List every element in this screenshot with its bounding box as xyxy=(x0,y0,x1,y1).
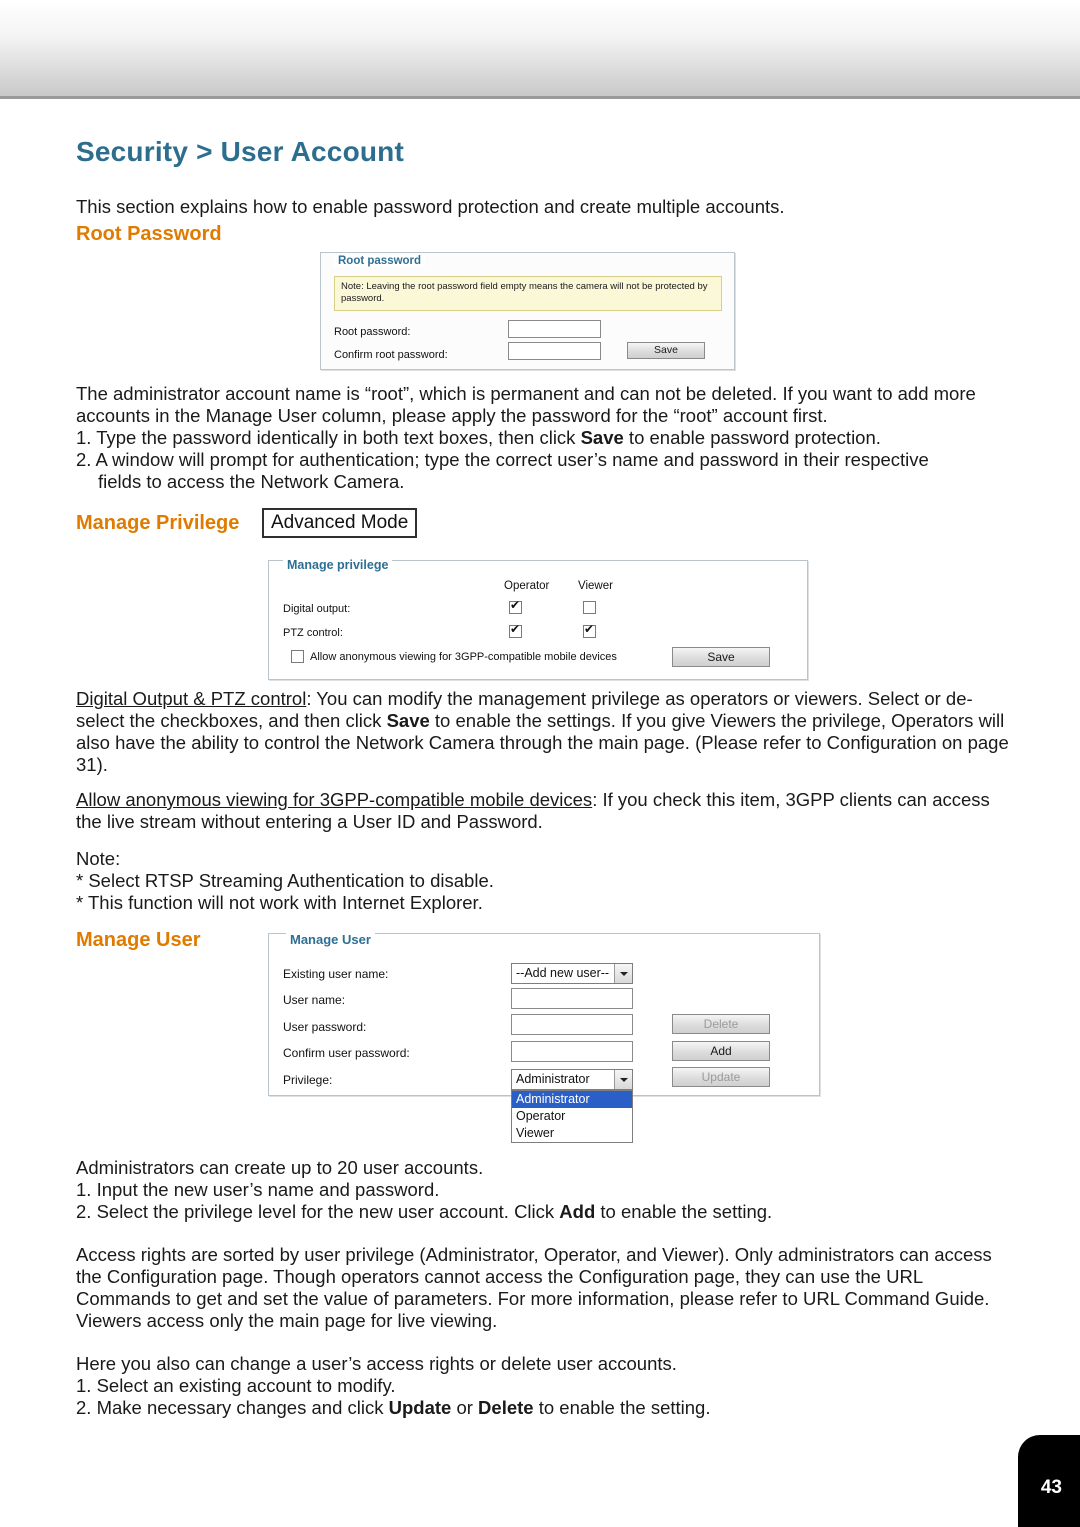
digital-output-save-bold: Save xyxy=(386,710,430,731)
privilege-select[interactable]: Administrator xyxy=(511,1069,633,1090)
anonymous-viewing-paragraph: Allow anonymous viewing for 3GPP-compati… xyxy=(76,789,1012,833)
intro-paragraph: This section explains how to enable pass… xyxy=(76,196,785,217)
here-line-3-post: to enable the setting. xyxy=(533,1397,711,1418)
page-header-banner xyxy=(0,0,1080,96)
root-password-panel-legend: Root password xyxy=(334,255,426,267)
here-line-3-bold-1: Update xyxy=(388,1397,452,1418)
root-password-steps: 1. Type the password identically in both… xyxy=(76,427,1012,493)
admins-line-1: Administrators can create up to 20 user … xyxy=(76,1157,484,1178)
root-password-note: Note: Leaving the root password field em… xyxy=(334,276,722,311)
privilege-dropdown-list[interactable]: Administrator Operator Viewer xyxy=(511,1090,633,1143)
step-1-post: to enable password protection. xyxy=(623,427,881,448)
column-header-operator: Operator xyxy=(504,580,550,592)
here-line-1: Here you also can change a user’s access… xyxy=(76,1353,677,1374)
privilege-option-administrator[interactable]: Administrator xyxy=(512,1091,632,1108)
chevron-down-icon xyxy=(614,1070,632,1089)
manual-page: Security > User Account This section exp… xyxy=(0,0,1080,1527)
existing-user-name-value: --Add new user-- xyxy=(516,966,610,980)
ptz-control-viewer-checkbox[interactable] xyxy=(583,623,596,638)
manage-user-panel-legend: Manage User xyxy=(286,932,375,947)
privilege-option-operator[interactable]: Operator xyxy=(512,1108,632,1125)
step-2-line: 2. A window will prompt for authenticati… xyxy=(76,449,929,470)
page-number: 43 xyxy=(1040,1477,1062,1498)
access-rights-paragraph: Access rights are sorted by user privile… xyxy=(76,1244,992,1331)
manage-user-heading: Manage User xyxy=(76,929,201,951)
user-password-input[interactable] xyxy=(511,1014,633,1035)
here-line-3-mid: or xyxy=(451,1397,479,1418)
admins-line-3-bold: Add xyxy=(559,1201,596,1222)
admins-line-3-pre: 2. Select the privilege level for the ne… xyxy=(76,1201,560,1222)
digital-output-term: Digital Output & PTZ control xyxy=(76,688,307,709)
confirm-root-password-input[interactable] xyxy=(508,342,601,360)
anonymous-viewing-checkbox[interactable] xyxy=(291,650,304,663)
confirm-root-password-label: Confirm root password: xyxy=(334,349,448,361)
step-1-pre: 1. Type the password identically in both… xyxy=(76,427,581,448)
admins-steps: Administrators can create up to 20 user … xyxy=(76,1157,1012,1223)
user-name-input[interactable] xyxy=(511,988,633,1009)
ptz-control-operator-checkbox[interactable] xyxy=(509,623,522,638)
chevron-down-icon xyxy=(614,964,632,983)
update-user-button[interactable]: Update xyxy=(672,1067,770,1087)
note-label: Note: xyxy=(76,848,121,869)
root-password-heading: Root Password xyxy=(76,223,222,245)
admins-line-3-post: to enable the setting. xyxy=(595,1201,773,1222)
privilege-option-viewer[interactable]: Viewer xyxy=(512,1125,632,1142)
step-2-line-cont: fields to access the Network Camera. xyxy=(98,471,405,492)
confirm-user-password-input[interactable] xyxy=(511,1041,633,1062)
advanced-mode-badge: Advanced Mode xyxy=(262,508,418,538)
manage-privilege-save-button[interactable]: Save xyxy=(672,647,770,667)
delete-user-button[interactable]: Delete xyxy=(672,1014,770,1034)
digital-output-paragraph: Digital Output & PTZ control: You can mo… xyxy=(76,688,1012,776)
step-1-line: 1. Type the password identically in both… xyxy=(76,427,1012,449)
admins-line-2: 1. Input the new user’s name and passwor… xyxy=(76,1179,440,1200)
here-line-3: 2. Make necessary changes and click Upda… xyxy=(76,1397,1012,1419)
privilege-value: Administrator xyxy=(516,1072,590,1086)
confirm-user-password-label: Confirm user password: xyxy=(283,1046,410,1060)
add-user-button[interactable]: Add xyxy=(672,1041,770,1061)
here-line-2: 1. Select an existing account to modify. xyxy=(76,1375,396,1396)
anonymous-viewing-term: Allow anonymous viewing for 3GPP-compati… xyxy=(76,789,593,810)
anonymous-viewing-label: Allow anonymous viewing for 3GPP-compati… xyxy=(310,651,617,663)
here-line-3-pre: 2. Make necessary changes and click xyxy=(76,1397,389,1418)
ptz-control-row-label: PTZ control: xyxy=(283,627,343,639)
manage-privilege-heading: Manage Privilege xyxy=(76,512,240,534)
digital-output-row-label: Digital output: xyxy=(283,603,351,615)
privilege-label: Privilege: xyxy=(283,1073,333,1087)
user-password-label: User password: xyxy=(283,1020,367,1034)
user-name-label: User name: xyxy=(283,993,346,1007)
step-1-bold: Save xyxy=(580,427,624,448)
note-line-2: * This function will not work with Inter… xyxy=(76,892,483,913)
digital-output-viewer-checkbox[interactable] xyxy=(583,601,596,614)
note-block: Note: * Select RTSP Streaming Authentica… xyxy=(76,848,1012,914)
admin-account-paragraph: The administrator account name is “root”… xyxy=(76,383,976,426)
existing-user-name-label: Existing user name: xyxy=(283,967,389,981)
root-password-label: Root password: xyxy=(334,326,411,338)
edit-user-steps: Here you also can change a user’s access… xyxy=(76,1353,1012,1419)
existing-user-name-select[interactable]: --Add new user-- xyxy=(511,963,633,984)
root-password-save-button[interactable]: Save xyxy=(627,342,705,359)
root-password-input[interactable] xyxy=(508,320,601,338)
here-line-3-bold-2: Delete xyxy=(478,1397,534,1418)
column-header-viewer: Viewer xyxy=(578,580,613,592)
manage-privilege-panel-legend: Manage privilege xyxy=(283,558,393,572)
page-title: Security > User Account xyxy=(76,136,405,167)
admins-line-3: 2. Select the privilege level for the ne… xyxy=(76,1201,1012,1223)
header-divider-rule xyxy=(0,96,1080,99)
note-line-1: * Select RTSP Streaming Authentication t… xyxy=(76,870,494,891)
digital-output-operator-checkbox[interactable] xyxy=(509,599,522,614)
